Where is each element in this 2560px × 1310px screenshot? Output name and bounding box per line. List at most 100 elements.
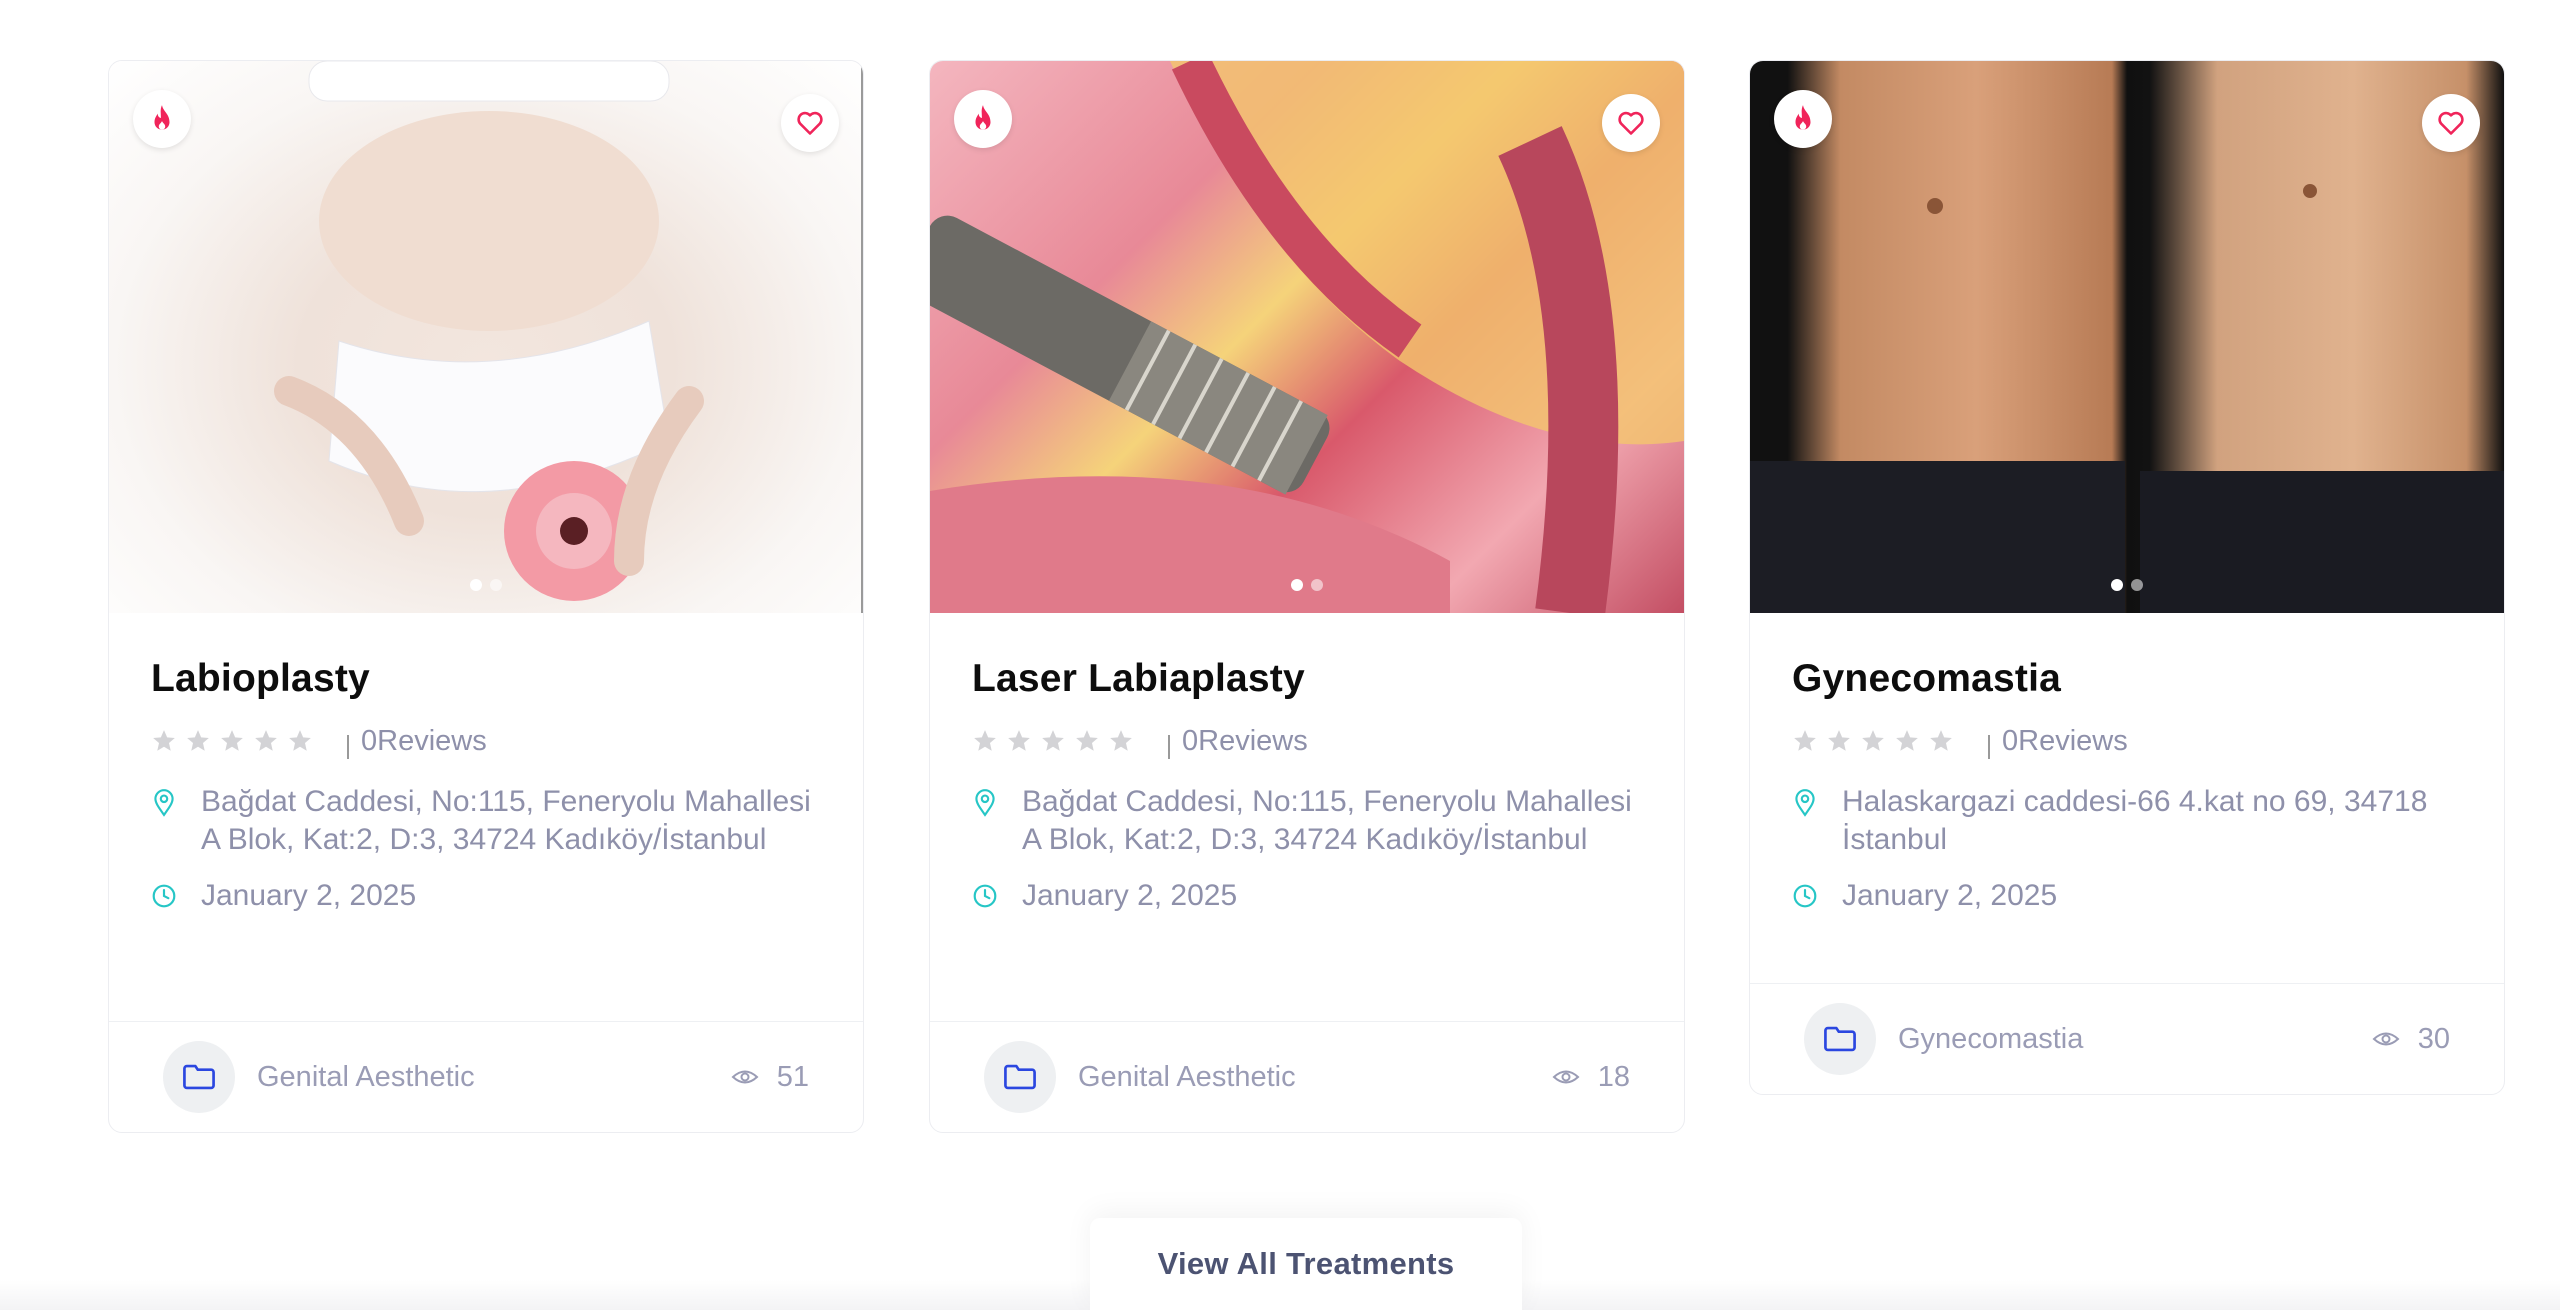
star-icon (187, 730, 209, 751)
fire-icon (975, 105, 991, 130)
reviews-count: 0Reviews (2002, 724, 2128, 757)
eye-icon (731, 1070, 759, 1084)
rating: 0Reviews (1792, 721, 2462, 761)
clock-icon (1793, 884, 1817, 908)
view-all-label: View All Treatments (1157, 1246, 1455, 1281)
treatment-photo (274, 61, 863, 613)
clock-icon (152, 884, 176, 908)
date-row: January 2, 2025 (151, 877, 821, 915)
carousel-dot[interactable] (470, 579, 482, 591)
date-row: January 2, 2025 (972, 877, 1642, 915)
treatment-card[interactable]: Gynecomastia 0Reviews Halaskargazi cadde… (1749, 60, 2505, 1095)
address-text: Halaskargazi caddesi-66 4.kat no 69, 347… (1842, 785, 2428, 856)
carousel-dot[interactable] (2111, 579, 2123, 591)
heart-icon (797, 111, 823, 135)
reviews-count: 0Reviews (1182, 724, 1308, 757)
star-icon (1862, 730, 1884, 751)
folder-icon (1824, 1026, 1856, 1052)
carousel-dots (1291, 579, 1323, 591)
address-row: Bağdat Caddesi, No:115, Feneryolu Mahall… (151, 783, 821, 859)
folder-icon (183, 1064, 215, 1090)
category-icon-wrap[interactable] (163, 1041, 235, 1113)
favorite-button[interactable] (781, 94, 839, 152)
category-icon-wrap[interactable] (984, 1041, 1056, 1113)
category-link[interactable]: Genital Aesthetic (257, 1061, 731, 1094)
reviews-count: 0Reviews (361, 724, 487, 757)
location-pin-icon (1795, 789, 1815, 817)
fire-icon (1795, 105, 1811, 130)
location-pin-icon (154, 789, 174, 817)
trending-badge (954, 90, 1012, 148)
date-text: January 2, 2025 (1842, 879, 2058, 912)
date-text: January 2, 2025 (201, 879, 417, 912)
rating-separator (1168, 735, 1170, 759)
trending-badge (1774, 90, 1832, 148)
view-all-button[interactable]: View All Treatments (1090, 1218, 1522, 1310)
favorite-button[interactable] (1602, 94, 1660, 152)
treatment-title[interactable]: Labioplasty (151, 657, 821, 701)
treatment-image[interactable] (109, 61, 863, 613)
rating: 0Reviews (972, 721, 1642, 761)
treatment-photo (1750, 184, 2504, 613)
carousel-dots (2111, 579, 2143, 591)
views-value: 18 (1597, 1060, 1630, 1093)
rating-separator (347, 735, 349, 759)
category-icon-wrap[interactable] (1804, 1003, 1876, 1075)
address-row: Bağdat Caddesi, No:115, Feneryolu Mahall… (972, 783, 1642, 859)
treatment-cards: Labioplasty 0Reviews Bağdat Caddesi, No:… (108, 60, 2505, 1133)
star-icon (153, 730, 175, 751)
star-rating (1792, 728, 1954, 754)
rating-separator (1988, 735, 1990, 759)
trending-badge (133, 90, 191, 148)
treatment-title[interactable]: Gynecomastia (1792, 657, 2462, 701)
address-row: Halaskargazi caddesi-66 4.kat no 69, 347… (1792, 783, 2462, 859)
favorite-button[interactable] (2422, 94, 2480, 152)
rating: 0Reviews (151, 721, 821, 761)
address-text: Bağdat Caddesi, No:115, Feneryolu Mahall… (201, 785, 811, 856)
treatment-image[interactable] (930, 61, 1684, 613)
star-icon (1042, 730, 1064, 751)
star-icon (1794, 730, 1816, 751)
star-icon (255, 730, 277, 751)
heart-icon (2438, 111, 2464, 135)
card-footer: Genital Aesthetic 18 (930, 1021, 1684, 1132)
treatment-image[interactable] (1750, 61, 2504, 613)
carousel-dot[interactable] (1311, 579, 1323, 591)
star-icon (1930, 730, 1952, 751)
carousel-dot[interactable] (2131, 579, 2143, 591)
card-footer: Genital Aesthetic 51 (109, 1021, 863, 1132)
star-icon (1110, 730, 1132, 751)
heart-icon (1618, 111, 1644, 135)
card-footer: Gynecomastia 30 (1750, 983, 2504, 1094)
star-icon (221, 730, 243, 751)
carousel-dot[interactable] (1291, 579, 1303, 591)
date-row: January 2, 2025 (1792, 877, 2462, 915)
star-icon (974, 730, 996, 751)
eye-icon (2372, 1032, 2400, 1046)
carousel-dot[interactable] (490, 579, 502, 591)
view-count: 30 (2372, 1023, 2450, 1056)
date-text: January 2, 2025 (1022, 879, 1238, 912)
views-value: 30 (2417, 1022, 2450, 1055)
address-text: Bağdat Caddesi, No:115, Feneryolu Mahall… (1022, 785, 1632, 856)
treatment-title[interactable]: Laser Labiaplasty (972, 657, 1642, 701)
star-icon (289, 730, 311, 751)
treatment-photo (930, 61, 1684, 613)
clock-icon (973, 884, 997, 908)
view-count: 18 (1552, 1061, 1630, 1094)
star-icon (1828, 730, 1850, 751)
star-icon (1008, 730, 1030, 751)
location-pin-icon (975, 789, 995, 817)
carousel-dots (470, 579, 502, 591)
category-link[interactable]: Genital Aesthetic (1078, 1061, 1552, 1094)
treatment-card[interactable]: Labioplasty 0Reviews Bağdat Caddesi, No:… (108, 60, 864, 1133)
folder-icon (1004, 1064, 1036, 1090)
star-rating (972, 728, 1134, 754)
view-count: 51 (731, 1061, 809, 1094)
star-icon (1076, 730, 1098, 751)
treatment-card[interactable]: Laser Labiaplasty 0Reviews Bağdat Caddes… (929, 60, 1685, 1133)
star-icon (1896, 730, 1918, 751)
star-rating (151, 728, 313, 754)
views-value: 51 (776, 1060, 809, 1093)
category-link[interactable]: Gynecomastia (1898, 1023, 2372, 1056)
